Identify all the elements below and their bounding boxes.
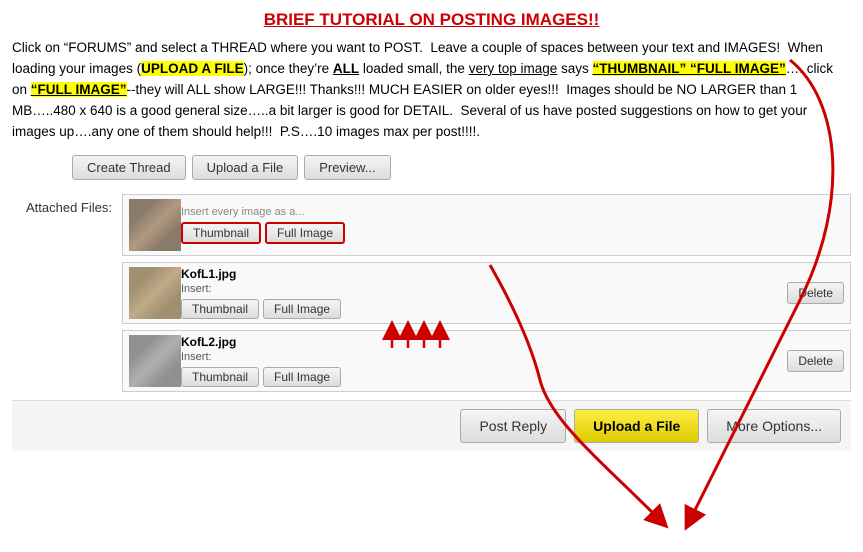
delete-btn-2[interactable]: Delete	[787, 282, 844, 304]
upload-inline-highlight: UPLOAD A FILE	[141, 61, 244, 76]
fullimage-btn-2[interactable]: Full Image	[263, 299, 341, 319]
file-insert-label-2: Insert:	[181, 283, 777, 295]
file-thumbnail-2	[129, 267, 181, 319]
page-container: BRIEF TUTORIAL ON POSTING IMAGES!! Click…	[0, 0, 863, 552]
bottom-toolbar: Post Reply Upload a File More Options...	[12, 400, 851, 451]
insert-buttons-1: Thumbnail Full Image	[181, 222, 844, 244]
file-thumbnail-1	[129, 199, 181, 251]
all-underline: ALL	[333, 61, 359, 76]
fullimage-btn-3[interactable]: Full Image	[263, 367, 341, 387]
tutorial-text: Click on “FORUMS” and select a THREAD wh…	[12, 38, 851, 143]
file-info-3: KofL2.jpg Insert: Thumbnail Full Image	[181, 335, 777, 387]
upload-file-bottom-button[interactable]: Upload a File	[574, 409, 699, 443]
attached-label: Attached Files:	[12, 194, 122, 215]
insert-buttons-2: Thumbnail Full Image	[181, 299, 777, 319]
delete-btn-3[interactable]: Delete	[787, 350, 844, 372]
more-options-button[interactable]: More Options...	[707, 409, 841, 443]
file-placeholder-text-1: Insert every image as a...	[181, 206, 844, 218]
fullimage-btn-1[interactable]: Full Image	[265, 222, 345, 244]
preview-button[interactable]: Preview...	[304, 155, 390, 180]
file-info-2: KofL1.jpg Insert: Thumbnail Full Image	[181, 267, 777, 319]
post-reply-button[interactable]: Post Reply	[460, 409, 566, 443]
very-top-text: very top image	[469, 61, 558, 76]
file-insert-label-3: Insert:	[181, 351, 777, 363]
file-info-1: Insert every image as a... Thumbnail Ful…	[181, 206, 844, 244]
full-image-highlight: “FULL IMAGE”	[31, 82, 127, 97]
file-item-1: Insert every image as a... Thumbnail Ful…	[122, 194, 851, 256]
file-thumbnail-3	[129, 335, 181, 387]
toolbar-row: Create Thread Upload a File Preview...	[12, 155, 851, 180]
thumbnail-btn-1[interactable]: Thumbnail	[181, 222, 261, 244]
insert-buttons-3: Thumbnail Full Image	[181, 367, 777, 387]
upload-file-button[interactable]: Upload a File	[192, 155, 299, 180]
thumbnail-btn-2[interactable]: Thumbnail	[181, 299, 259, 319]
tutorial-title: BRIEF TUTORIAL ON POSTING IMAGES!!	[12, 10, 851, 30]
files-list: Insert every image as a... Thumbnail Ful…	[122, 194, 851, 392]
create-thread-button[interactable]: Create Thread	[72, 155, 186, 180]
file-item-3: KofL2.jpg Insert: Thumbnail Full Image D…	[122, 330, 851, 392]
file-item-2: KofL1.jpg Insert: Thumbnail Full Image D…	[122, 262, 851, 324]
file-name-2: KofL1.jpg	[181, 267, 777, 281]
attached-section: Attached Files: Insert every image as a.…	[12, 194, 851, 392]
thumbnail-btn-3[interactable]: Thumbnail	[181, 367, 259, 387]
file-name-3: KofL2.jpg	[181, 335, 777, 349]
thumbnail-full-highlight: “THUMBNAIL” “FULL IMAGE”	[593, 61, 786, 76]
